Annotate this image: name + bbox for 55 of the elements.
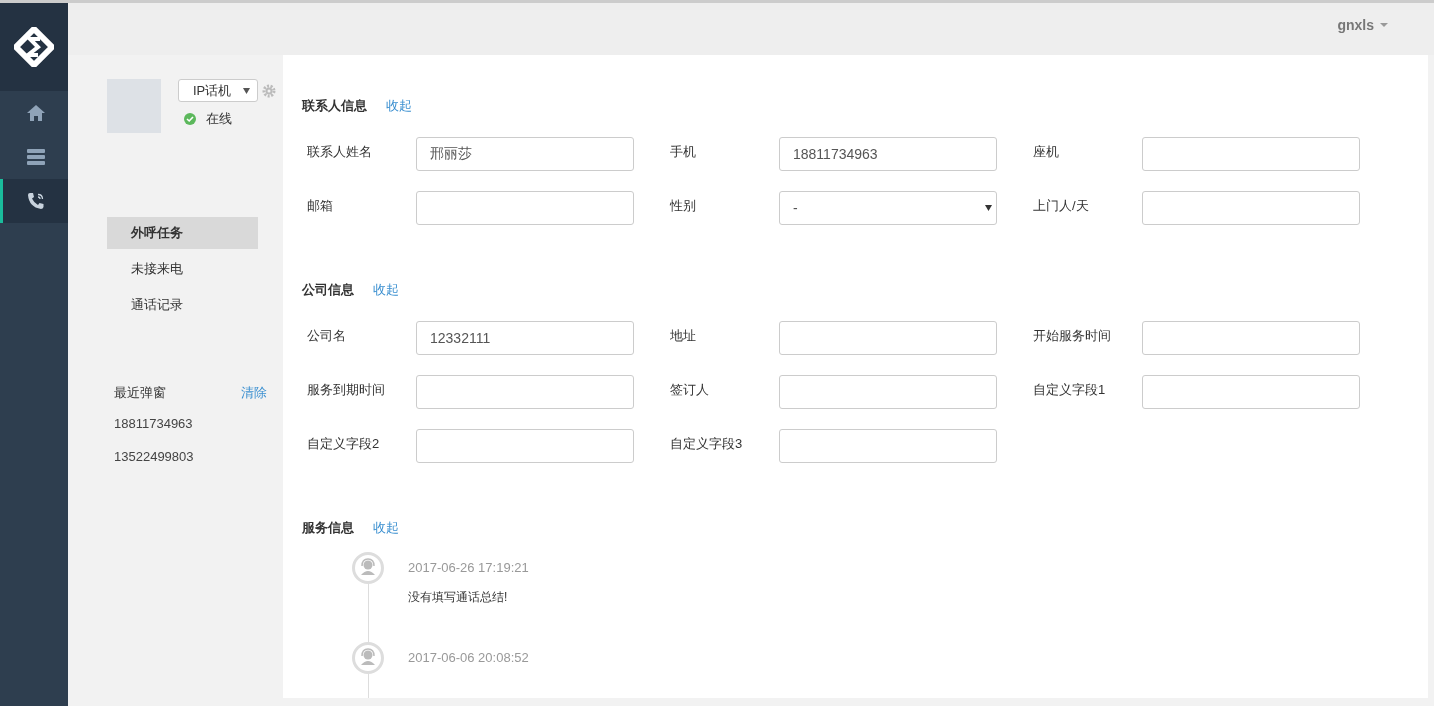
field-label: 地址 xyxy=(670,327,697,345)
recent-title: 最近弹窗 xyxy=(114,384,166,402)
input-field[interactable] xyxy=(416,375,634,409)
section-title: 服务信息 xyxy=(302,519,354,537)
field-label: 自定义字段1 xyxy=(1033,381,1107,399)
menu-item[interactable]: 未接来电 xyxy=(107,253,258,285)
caret-icon xyxy=(243,87,250,94)
section-title: 联系人信息 xyxy=(302,97,367,115)
input-field[interactable] xyxy=(779,321,997,355)
input-field[interactable] xyxy=(779,429,997,463)
input-field[interactable] xyxy=(1142,137,1360,171)
user-menu[interactable]: gnxls xyxy=(1337,17,1388,33)
phone-type-select[interactable]: IP话机 xyxy=(178,79,258,102)
field-label: 公司名 xyxy=(307,327,347,345)
field-label: 邮箱 xyxy=(307,197,334,215)
input-field[interactable]: 18811734963 xyxy=(779,137,997,171)
field-label: 自定义字段3 xyxy=(670,435,744,453)
field-label: 签订人 xyxy=(670,381,710,399)
settings-icon[interactable] xyxy=(262,83,276,98)
field-label: 上门人/天 xyxy=(1033,197,1090,215)
input-field[interactable] xyxy=(416,429,634,463)
entry-time: 2017-06-06 20:08:52 xyxy=(408,650,529,665)
menu-item[interactable]: 外呼任务 xyxy=(107,217,258,249)
field-label: 联系人姓名 xyxy=(307,143,373,161)
home-icon xyxy=(26,105,45,121)
phone-icon xyxy=(26,192,45,210)
input-field[interactable] xyxy=(779,375,997,409)
nav-item[interactable] xyxy=(0,179,68,223)
collapse-link[interactable]: 收起 xyxy=(386,97,412,115)
field-label: 座机 xyxy=(1033,143,1060,161)
field-label: 开始服务时间 xyxy=(1033,327,1112,345)
input-field[interactable]: 邢丽莎 xyxy=(416,137,634,171)
logo-icon xyxy=(14,27,54,67)
server-icon xyxy=(26,149,45,165)
entry-note: 没有填写通话总结! xyxy=(408,589,509,606)
status-label: 在线 xyxy=(206,110,232,128)
recent-number-link[interactable]: 18811734963 xyxy=(114,416,267,431)
caret-icon xyxy=(1380,23,1388,27)
section-title: 公司信息 xyxy=(302,281,354,299)
select-field[interactable]: - xyxy=(779,191,997,225)
recent-number-link[interactable]: 13522499803 xyxy=(114,449,267,464)
menu-item[interactable]: 通话记录 xyxy=(107,289,258,321)
field-label: 手机 xyxy=(670,143,697,161)
field-label: 服务到期时间 xyxy=(307,381,386,399)
input-field[interactable] xyxy=(1142,375,1360,409)
field-label: 性别 xyxy=(670,197,697,215)
input-field[interactable] xyxy=(1142,191,1360,225)
input-field[interactable] xyxy=(1142,321,1360,355)
collapse-link[interactable]: 收起 xyxy=(373,519,399,537)
field-label: 自定义字段2 xyxy=(307,435,381,453)
entry-time: 2017-06-26 17:19:21 xyxy=(408,560,529,575)
collapse-link[interactable]: 收起 xyxy=(373,281,399,299)
caret-icon xyxy=(985,205,992,211)
input-field[interactable]: 12332111 xyxy=(416,321,634,355)
input-field[interactable] xyxy=(416,191,634,225)
